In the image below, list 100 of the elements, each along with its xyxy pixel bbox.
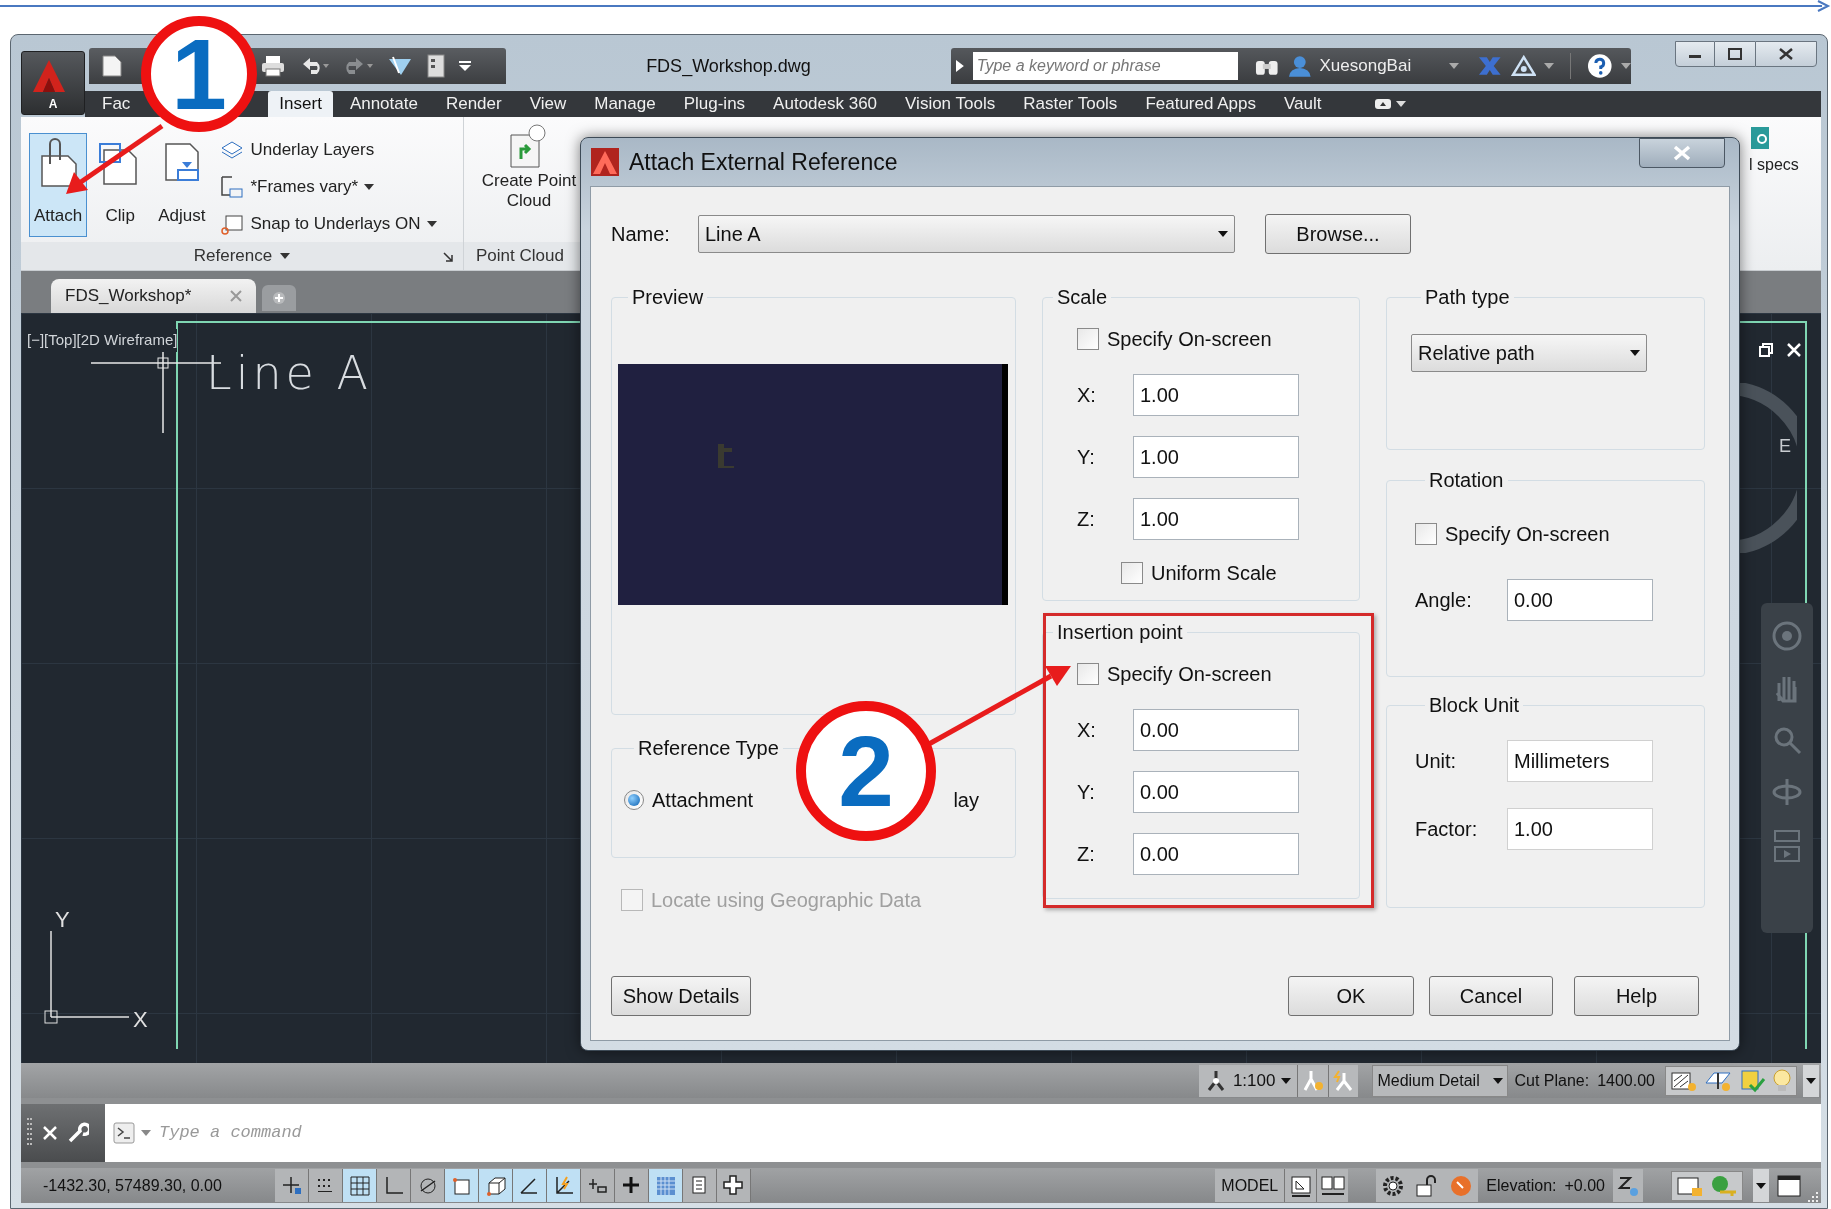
menu-button[interactable] [1803, 1064, 1819, 1097]
detail-level-dropdown[interactable]: Medium Detail [1372, 1064, 1509, 1097]
close-icon[interactable] [43, 1126, 57, 1140]
dropdown-icon[interactable] [459, 61, 471, 71]
layouts-button[interactable] [1316, 1169, 1349, 1202]
ribbon-tab[interactable]: Featured Apps [1134, 91, 1267, 117]
elevation-button[interactable] [1613, 1169, 1643, 1202]
grip-icon[interactable] [27, 1118, 33, 1148]
ribbon-tab[interactable]: Fac [100, 91, 133, 117]
status-toggle[interactable] [649, 1169, 683, 1202]
adjust-button[interactable]: Adjust [153, 133, 211, 237]
checkbox-label[interactable]: Specify On-screen [1107, 324, 1272, 354]
ribbon-tab[interactable]: View [518, 91, 578, 117]
layout-button[interactable] [1284, 1169, 1317, 1202]
show-details-button[interactable]: Show Details [611, 976, 751, 1016]
username[interactable]: XuesongBai [1319, 53, 1442, 79]
path-type-dropdown[interactable]: Relative path [1411, 334, 1647, 372]
ok-button[interactable]: OK [1288, 976, 1414, 1016]
status-toggle[interactable] [683, 1169, 717, 1202]
unit-field[interactable]: Millimeters [1507, 740, 1653, 782]
create-point-cloud-button[interactable]: Create Point Cloud [464, 117, 594, 242]
status-toggle[interactable] [717, 1169, 751, 1202]
name-dropdown[interactable]: Line A [698, 214, 1235, 253]
viewport-label[interactable]: [−][Top][2D Wireframe] [27, 329, 178, 352]
model-space-button[interactable]: MODEL [1215, 1169, 1285, 1202]
document-icon[interactable] [101, 54, 123, 78]
expand-icon[interactable] [955, 59, 965, 73]
redo-icon[interactable] [343, 56, 373, 76]
wrench-icon[interactable] [67, 1122, 89, 1144]
number-field[interactable]: 1.00 [1133, 498, 1299, 540]
menu-button[interactable] [1753, 1169, 1769, 1202]
resize-grip-icon[interactable] [1805, 1189, 1819, 1203]
factor-field[interactable]: 1.00 [1507, 808, 1653, 850]
status-toggle[interactable] [479, 1169, 513, 1202]
checkbox[interactable] [1415, 523, 1437, 545]
close-button[interactable] [1755, 41, 1817, 67]
auto-scale-button[interactable] [1328, 1064, 1359, 1097]
restore-button[interactable] [1715, 41, 1755, 67]
status-toggle[interactable] [377, 1169, 411, 1202]
underlay-option-button[interactable]: Snap to Underlays ON [220, 207, 437, 240]
angle-field[interactable]: 0.00 [1507, 579, 1653, 621]
ribbon-tab[interactable]: Plug-ins [672, 91, 757, 117]
number-field[interactable]: 1.00 [1133, 374, 1299, 416]
checkbox-label[interactable]: Uniform Scale [1151, 558, 1277, 588]
triangle-icon[interactable] [1510, 55, 1537, 77]
status-toggle[interactable] [275, 1169, 309, 1202]
ribbon-tab[interactable]: Insert [268, 91, 333, 117]
minimize-button[interactable] [1675, 41, 1715, 67]
number-field[interactable]: 0.00 [1133, 833, 1299, 875]
ribbon-tab[interactable]: Annotate [338, 91, 429, 117]
number-field[interactable]: 0.00 [1133, 709, 1299, 751]
checkbox[interactable] [1121, 562, 1143, 584]
search-field[interactable]: Type a keyword or phrase [972, 52, 1239, 80]
status-toggle[interactable] [513, 1169, 547, 1202]
number-field[interactable]: 1.00 [1133, 436, 1299, 478]
radio-button[interactable] [624, 790, 644, 810]
clip-button[interactable]: Clip [93, 133, 148, 237]
checkbox-label[interactable]: Specify On-screen [1107, 659, 1272, 689]
application-button[interactable]: A [21, 51, 85, 115]
number-field[interactable]: 0.00 [1133, 771, 1299, 813]
attach-button[interactable]: Attach [29, 133, 88, 237]
command-input[interactable]: Type a command [159, 1104, 1821, 1162]
launcher-icon[interactable] [443, 252, 453, 262]
panel-icon[interactable] [427, 54, 445, 78]
close-button[interactable] [1639, 138, 1725, 168]
underlay-option-button[interactable]: *Frames vary* [220, 170, 437, 203]
user-icon[interactable] [1287, 54, 1312, 78]
help-button[interactable]: Help [1574, 976, 1699, 1016]
status-toggle[interactable] [411, 1169, 445, 1202]
checkbox-label[interactable]: Specify On-screen [1445, 519, 1610, 549]
annotation-visibility-button[interactable] [1298, 1064, 1329, 1097]
cut-plane-value[interactable]: 1400.00 [1597, 1068, 1655, 1093]
status-toggle[interactable] [547, 1169, 581, 1202]
restore-icon[interactable] [1759, 343, 1773, 357]
status-toggle[interactable] [615, 1169, 649, 1202]
ribbon-tab[interactable]: Vision Tools [894, 91, 1007, 117]
ribbon-tab[interactable]: Manage [583, 91, 667, 117]
radio-label[interactable]: lay [953, 785, 979, 815]
ribbon-tab[interactable]: Vault [1272, 91, 1333, 117]
status-toggle[interactable] [343, 1169, 377, 1202]
cancel-button[interactable]: Cancel [1429, 976, 1553, 1016]
new-tab-button[interactable] [262, 285, 296, 311]
ribbon-tab[interactable]: Autodesk 360 [762, 91, 889, 117]
ribbon-tab[interactable]: Raster Tools [1012, 91, 1129, 117]
checkbox[interactable] [1077, 328, 1099, 350]
help-icon[interactable] [1587, 53, 1613, 79]
elevation-value[interactable]: +0.00 [1564, 1173, 1605, 1198]
printer-icon[interactable] [261, 55, 285, 77]
document-tab[interactable]: FDS_Workshop* [51, 279, 256, 313]
annotation-scale-button[interactable]: 1:100 [1198, 1064, 1299, 1097]
radio-label[interactable]: Attachment [652, 785, 754, 815]
checkbox[interactable] [1077, 663, 1099, 685]
status-toggle[interactable] [581, 1169, 615, 1202]
ribbon-tab[interactable]: Render [434, 91, 513, 117]
status-toggle[interactable] [309, 1169, 343, 1202]
browse-button[interactable]: Browse... [1265, 213, 1411, 254]
underlay-option-button[interactable]: Underlay Layers [220, 133, 437, 166]
check-document-icon[interactable] [1738, 1068, 1766, 1093]
close-icon[interactable] [1787, 343, 1801, 357]
status-toggle[interactable] [445, 1169, 479, 1202]
